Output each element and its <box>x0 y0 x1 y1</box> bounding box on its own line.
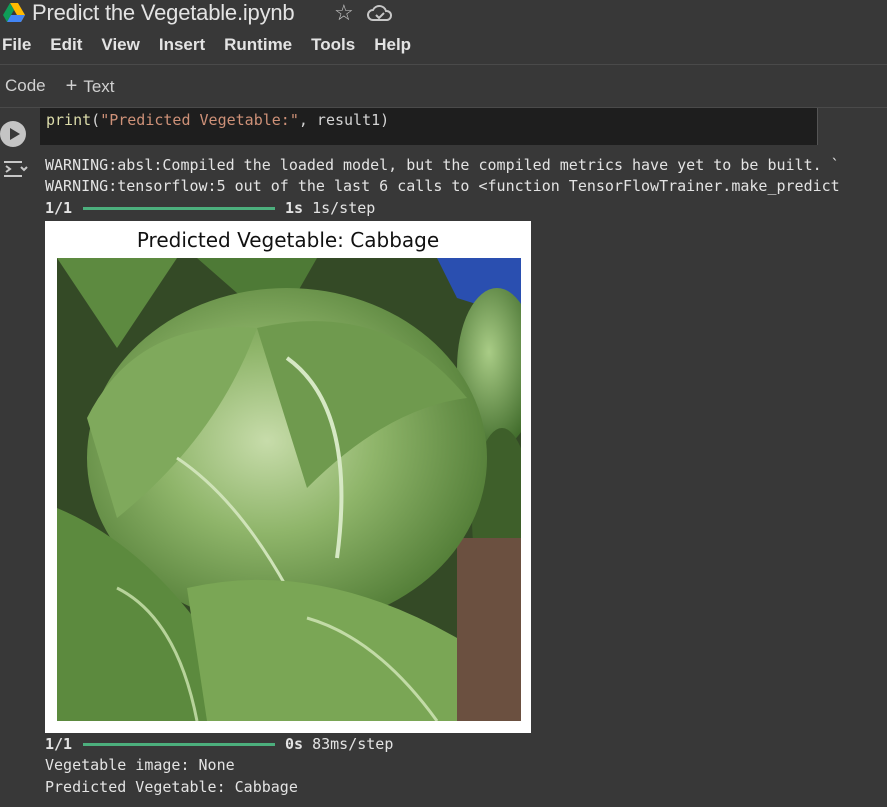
progress-count-1: 1/1 <box>45 199 73 217</box>
progress-bar-1 <box>83 206 275 210</box>
warning-line-2: WARNING:tensorflow:5 out of the last 6 c… <box>45 177 840 195</box>
figure-title: Predicted Vegetable: Cabbage <box>136 228 440 252</box>
add-text-button[interactable]: + Text <box>66 75 115 98</box>
run-cell-icon[interactable] <box>0 121 26 147</box>
code-string: "Predicted Vegetable:" <box>100 111 299 129</box>
menu-runtime[interactable]: Runtime <box>224 34 292 58</box>
title-bar: Predict the Vegetable.ipynb ☆ <box>0 0 887 28</box>
output-line-2: Predicted Vegetable: Cabbage <box>45 778 298 796</box>
menu-bar: File Edit View Insert Runtime Tools Help <box>0 34 430 58</box>
code-open-paren: ( <box>91 111 101 129</box>
menu-tools[interactable]: Tools <box>311 34 355 58</box>
code-function: print <box>46 111 92 129</box>
progress-time-rest-1: 1s/step <box>303 199 376 217</box>
progress-bar-2 <box>83 742 275 746</box>
code-editor-edge <box>817 108 818 145</box>
code-editor[interactable]: print("Predicted Vegetable:", result1) <box>40 108 817 145</box>
output-toggle-icon[interactable] <box>2 156 28 182</box>
output-line-1: Vegetable image: None <box>45 756 235 774</box>
menu-divider <box>0 64 887 65</box>
cloud-saved-icon[interactable] <box>367 3 393 23</box>
progress-time-bold-2: 0s <box>285 735 304 753</box>
plus-icon: + <box>65 74 78 97</box>
code-rest: , result1) <box>298 111 390 129</box>
code-line: print("Predicted Vegetable:", result1) <box>46 110 389 130</box>
add-text-label: Text <box>83 76 115 96</box>
warning-line-1: WARNING:absl:Compiled the loaded model, … <box>45 156 840 174</box>
prediction-figure: Predicted Vegetable: Cabbage <box>45 221 531 733</box>
progress-time-2: 0s 83ms/step <box>285 735 393 753</box>
progress-time-1: 1s 1s/step <box>285 199 375 217</box>
star-icon[interactable]: ☆ <box>334 1 354 25</box>
menu-edit[interactable]: Edit <box>50 34 82 58</box>
add-code-button[interactable]: Code <box>5 76 46 96</box>
progress-count-2: 1/1 <box>45 735 73 753</box>
menu-insert[interactable]: Insert <box>159 34 205 58</box>
toolbar: Code + Text <box>0 74 115 98</box>
progress-time-rest-2: 83ms/step <box>303 735 394 753</box>
menu-file[interactable]: File <box>2 34 31 58</box>
cabbage-image <box>57 258 521 721</box>
menu-view[interactable]: View <box>101 34 139 58</box>
progress-time-bold-1: 1s <box>285 199 304 217</box>
notebook-title[interactable]: Predict the Vegetable.ipynb <box>32 0 295 26</box>
progress-row-1: 1/1 1s 1s/step <box>45 198 375 218</box>
menu-help[interactable]: Help <box>374 34 411 58</box>
google-drive-icon[interactable] <box>3 3 25 22</box>
progress-row-2: 1/1 0s 83ms/step <box>45 734 393 754</box>
